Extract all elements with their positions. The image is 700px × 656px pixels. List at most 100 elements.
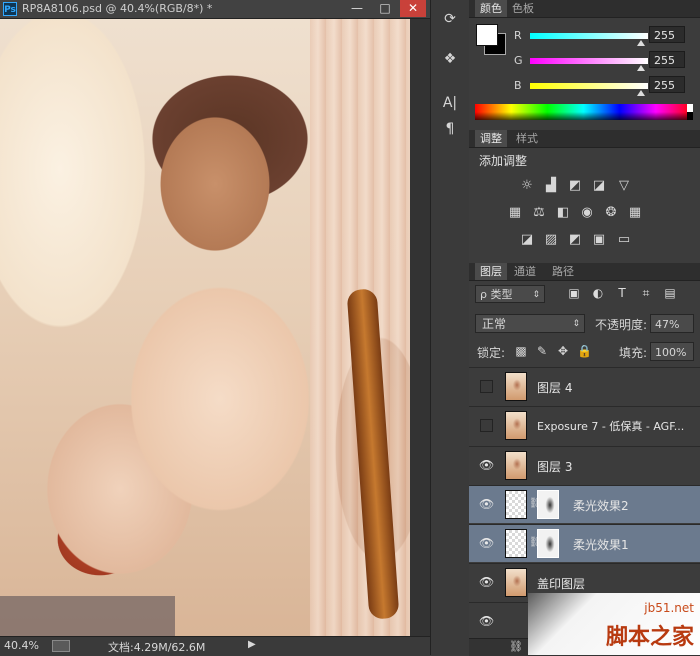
- black-white-icon[interactable]: ◧: [555, 206, 571, 220]
- exposure-icon[interactable]: ◪: [591, 179, 607, 193]
- tab-adjustments[interactable]: 调整: [475, 130, 507, 147]
- vertical-scrollbar[interactable]: [410, 19, 430, 636]
- selective-color-icon[interactable]: ▣: [591, 233, 607, 247]
- character-icon[interactable]: A|: [438, 92, 462, 114]
- visibility-toggle[interactable]: [480, 380, 493, 393]
- color-panel-tabs: 颜色 色板: [469, 0, 700, 18]
- layer-name: 柔光效果2: [573, 499, 629, 513]
- tab-layers[interactable]: 图层: [475, 263, 507, 280]
- layer-row[interactable]: 👁 图层 3: [469, 446, 700, 484]
- layer-row[interactable]: Exposure 7 - 低保真 - AGF...: [469, 406, 700, 444]
- color-lookup-icon[interactable]: ▦: [627, 206, 643, 220]
- eye-icon[interactable]: 👁: [479, 537, 494, 549]
- document-title-bar[interactable]: Ps RP8A8106.psd @ 40.4%(RGB/8*) * — □ ✕: [0, 0, 430, 19]
- layer-mask-thumbnail[interactable]: [537, 529, 559, 558]
- layer-thumbnail: [505, 372, 527, 401]
- status-bar: 40.4% 文档:4.29M/62.6M ▶: [0, 636, 430, 656]
- layer-row[interactable]: 图层 4: [469, 367, 700, 405]
- image-canvas[interactable]: [0, 19, 410, 636]
- watermark: jb51.net 脚本之家: [528, 593, 700, 655]
- hue-saturation-icon[interactable]: ▦: [507, 206, 523, 220]
- close-button[interactable]: ✕: [400, 0, 426, 17]
- add-adjustment-title: 添加调整: [479, 154, 528, 168]
- type-filter-icon[interactable]: T: [615, 286, 629, 300]
- eye-icon[interactable]: 👁: [479, 459, 494, 471]
- green-value-field[interactable]: 255: [649, 51, 685, 68]
- blue-thumb[interactable]: [637, 90, 645, 96]
- eye-icon[interactable]: 👁: [479, 498, 494, 510]
- zoom-level[interactable]: 40.4%: [4, 639, 39, 652]
- blue-slider[interactable]: B 255: [511, 76, 700, 101]
- adjustment-filter-icon[interactable]: ◐: [591, 286, 605, 300]
- lock-image-icon[interactable]: ✎: [535, 344, 549, 358]
- layers-panel-tabs: 图层 通道 路径: [469, 263, 700, 281]
- lock-position-icon[interactable]: ✥: [556, 344, 570, 358]
- brightness-icon[interactable]: ☼: [519, 179, 535, 193]
- vibrance-icon[interactable]: ▽: [616, 179, 632, 193]
- layer-name: 图层 4: [537, 381, 573, 395]
- eye-icon[interactable]: 👁: [479, 576, 494, 588]
- tab-paths[interactable]: 路径: [547, 263, 579, 280]
- red-value-field[interactable]: 255: [649, 26, 685, 43]
- blend-mode-select[interactable]: 正常 ⇕: [475, 314, 585, 333]
- lock-all-icon[interactable]: 🔒: [577, 344, 592, 358]
- levels-icon[interactable]: ▟: [543, 179, 559, 193]
- layer-thumbnail: [505, 490, 527, 519]
- link-layers-icon[interactable]: ⛓: [509, 640, 523, 653]
- blue-track[interactable]: [530, 83, 648, 89]
- invert-icon[interactable]: ◪: [519, 233, 535, 247]
- photoshop-logo: Ps: [3, 2, 17, 16]
- tab-color[interactable]: 颜色: [475, 0, 507, 17]
- channel-mixer-icon[interactable]: ❂: [603, 206, 619, 220]
- panel-icon-strip: ⟳ ❖ A| ¶: [430, 0, 470, 655]
- red-track[interactable]: [530, 33, 648, 39]
- threshold-icon[interactable]: ◩: [567, 233, 583, 247]
- posterize-icon[interactable]: ▨: [543, 233, 559, 247]
- blue-value-field[interactable]: 255: [649, 76, 685, 93]
- watermark-brand: 脚本之家: [605, 625, 694, 650]
- status-menu-arrow-icon[interactable]: ▶: [248, 639, 256, 650]
- paragraph-icon[interactable]: ¶: [438, 118, 462, 140]
- curves-icon[interactable]: ◩: [567, 179, 583, 193]
- shape-filter-icon[interactable]: ⌗: [639, 286, 653, 300]
- properties-icon[interactable]: ❖: [438, 48, 462, 70]
- spectrum-white-swatch[interactable]: [687, 104, 693, 112]
- layer-row[interactable]: 👁 ⛓ 柔光效果2: [469, 485, 700, 523]
- opacity-field[interactable]: 47%: [650, 314, 694, 333]
- red-slider[interactable]: R 255: [511, 26, 700, 51]
- green-thumb[interactable]: [637, 65, 645, 71]
- proof-icon[interactable]: [52, 640, 70, 652]
- watermark-site: jb51.net: [644, 601, 694, 615]
- red-thumb[interactable]: [637, 40, 645, 46]
- tab-swatches[interactable]: 色板: [507, 0, 539, 17]
- gradient-map-icon[interactable]: ▭: [616, 233, 632, 247]
- green-label: G: [514, 54, 523, 67]
- spectrum-black-swatch[interactable]: [687, 112, 693, 120]
- layer-thumbnail: [505, 451, 527, 480]
- layer-thumbnail: [505, 568, 527, 597]
- color-balance-icon[interactable]: ⚖: [531, 206, 547, 220]
- restore-button[interactable]: □: [372, 0, 398, 17]
- tab-channels[interactable]: 通道: [509, 263, 541, 280]
- layer-row[interactable]: 👁 ⛓ 柔光效果1: [469, 524, 700, 562]
- color-spectrum-bar[interactable]: [475, 104, 692, 120]
- foreground-color-swatch[interactable]: [476, 24, 498, 46]
- visibility-toggle[interactable]: [480, 419, 493, 432]
- green-track[interactable]: [530, 58, 648, 64]
- lock-transparency-icon[interactable]: ▩: [514, 344, 528, 358]
- tab-styles[interactable]: 样式: [511, 130, 543, 147]
- layer-mask-thumbnail[interactable]: [537, 490, 559, 519]
- layer-filter-select[interactable]: ρ 类型 ⇕: [475, 285, 545, 303]
- smart-object-filter-icon[interactable]: ▤: [663, 286, 677, 300]
- document-size: 文档:4.29M/62.6M: [108, 641, 206, 654]
- photo-filter-icon[interactable]: ◉: [579, 206, 595, 220]
- fill-field[interactable]: 100%: [650, 342, 694, 361]
- pixel-filter-icon[interactable]: ▣: [567, 286, 581, 300]
- lock-label: 锁定:: [477, 346, 506, 360]
- right-panels: 颜色 色板 R 255 G 255 B 255 调整 样式 添加调整 ☼ ▟ ◩…: [469, 0, 700, 656]
- eye-icon[interactable]: 👁: [479, 615, 494, 627]
- history-brush-icon[interactable]: ⟳: [438, 8, 462, 30]
- minimize-button[interactable]: —: [344, 0, 370, 17]
- layer-filter-label: ρ 类型: [480, 288, 513, 301]
- green-slider[interactable]: G 255: [511, 51, 700, 76]
